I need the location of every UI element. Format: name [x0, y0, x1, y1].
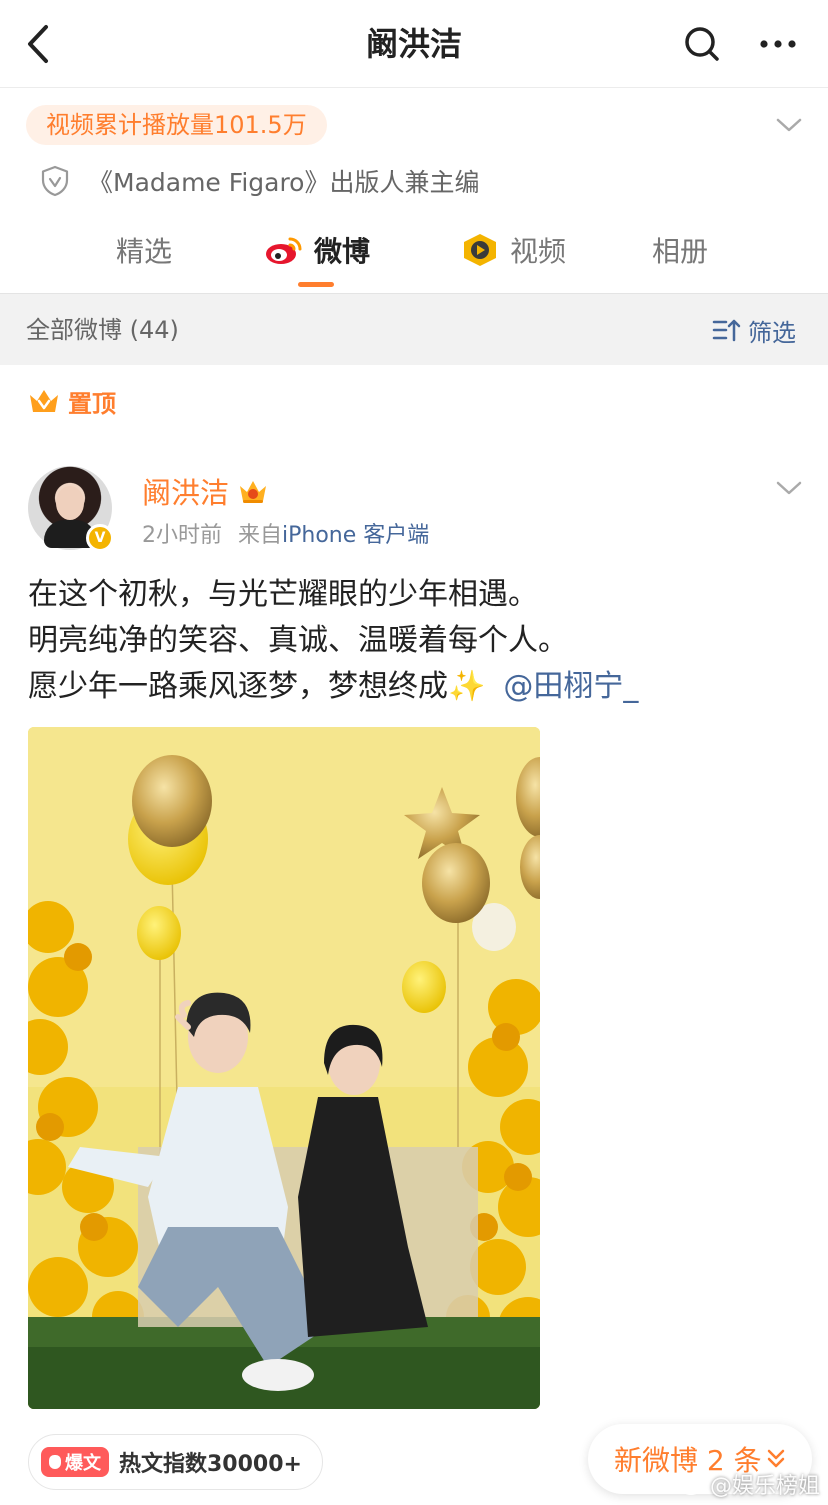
post-text-segment: 愿少年一路乘风逐梦，梦想终成: [28, 669, 448, 704]
post-source-prefix: 来自: [238, 523, 283, 548]
filter-sort-icon: [712, 319, 741, 342]
filter-label: 筛选: [748, 318, 796, 347]
pinned-label: 置顶: [68, 389, 116, 418]
search-icon: [685, 27, 719, 61]
sparkle-emoji: ✨: [448, 669, 486, 704]
hot-index-text: 热文指数30000+: [119, 1452, 302, 1477]
post-options-button[interactable]: [772, 474, 806, 502]
filter-bar: 全部微博 (44) 筛选: [0, 293, 828, 365]
top-nav-bar: 阚洪洁: [0, 0, 828, 88]
weibo-watermark-icon: [680, 1475, 705, 1495]
post-image[interactable]: [28, 727, 540, 1409]
hot-article-badge[interactable]: 爆文 热文指数30000+: [28, 1434, 323, 1490]
tab-label: 精选: [116, 235, 173, 268]
chevron-down-icon: [776, 481, 802, 495]
tab-label: 相册: [652, 235, 709, 268]
flame-icon: [49, 1455, 61, 1469]
chevron-down-icon: [776, 118, 802, 132]
post-text: 在这个初秋，与光芒耀眼的少年相遇。 明亮纯净的笑容、真诚、温暖着每个人。 愿少年…: [28, 572, 808, 710]
more-button[interactable]: [756, 22, 800, 66]
active-tab-indicator: [298, 282, 334, 287]
verified-badge-icon: V: [86, 524, 114, 552]
tab-featured[interactable]: 精选: [116, 228, 172, 272]
post-username[interactable]: 阚洪洁: [142, 470, 229, 512]
search-button[interactable]: [680, 22, 724, 66]
double-chevron-down-icon: [767, 1449, 784, 1468]
post-time: 2小时前: [142, 523, 222, 548]
crown-icon: [30, 390, 58, 412]
post-count-label: 全部微博 (44): [26, 316, 179, 344]
tab-label: 微博: [314, 235, 371, 268]
tab-video[interactable]: 视频: [460, 228, 566, 272]
profile-tabs: 精选 微博 视频 相册: [0, 218, 828, 292]
member-crown-icon: [240, 481, 267, 503]
more-horizontal-icon: [760, 40, 796, 48]
post-text-line: 在这个初秋，与光芒耀眼的少年相遇。: [28, 577, 538, 612]
filter-button[interactable]: 筛选: [712, 310, 796, 350]
hot-tag-label: 爆文: [65, 1453, 101, 1474]
weibo-logo-icon: [266, 237, 302, 264]
shield-check-icon: [41, 165, 69, 197]
mention-link[interactable]: @田栩宁_: [503, 669, 638, 704]
tab-album[interactable]: 相册: [652, 228, 708, 272]
tab-weibo[interactable]: 微博: [264, 228, 370, 272]
watermark: @娱乐榜姐: [680, 1468, 820, 1500]
username-row: 阚洪洁: [142, 470, 269, 512]
watermark-text: @娱乐榜姐: [710, 1474, 821, 1499]
tab-label: 视频: [510, 235, 567, 268]
verification-row: 《Madame Figaro》出版人兼主编: [40, 160, 479, 202]
video-views-badge: 视频累计播放量101.5万: [26, 105, 327, 145]
profile-expand-button[interactable]: [772, 110, 806, 140]
pinned-label-row: 置顶: [28, 384, 116, 418]
post-photo: [28, 727, 540, 1409]
avatar-face: [56, 486, 84, 520]
post-text-line: 明亮纯净的笑容、真诚、温暖着每个人。: [28, 623, 568, 658]
hot-tag: 爆文: [41, 1447, 109, 1477]
verification-text: 《Madame Figaro》出版人兼主编: [88, 168, 480, 197]
post-source-client[interactable]: iPhone 客户端: [282, 517, 429, 549]
post-meta: 2小时前 来自 iPhone 客户端: [142, 516, 429, 550]
video-play-icon: [464, 234, 496, 266]
post-text-line: 愿少年一路乘风逐梦，梦想终成✨ @田栩宁_: [28, 664, 808, 710]
